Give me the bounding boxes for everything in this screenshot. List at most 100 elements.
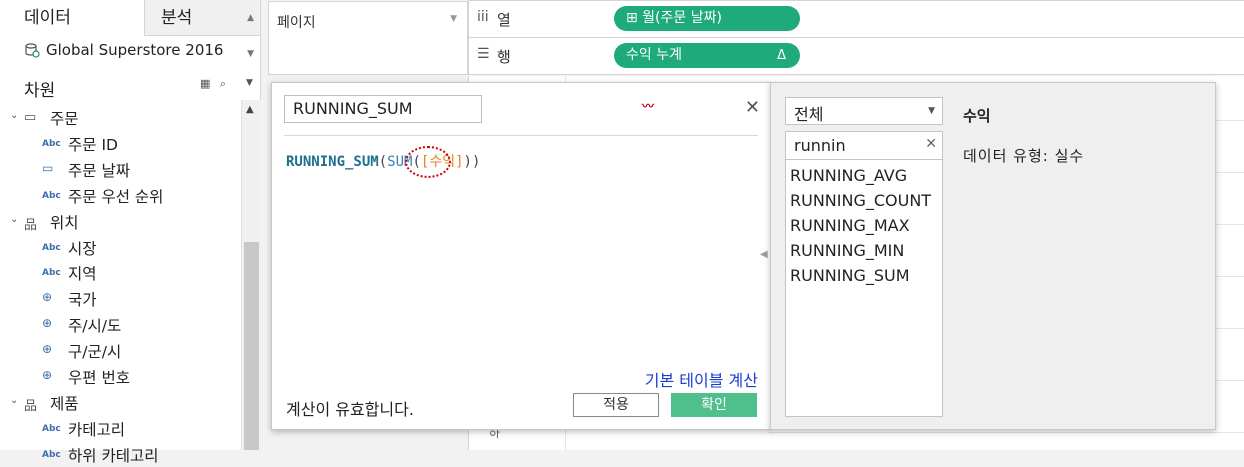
columns-pill[interactable]: ⊞ 월(주문 날짜) [614,6,800,31]
tree-item-label: 주문 ID [68,135,118,154]
tree-item[interactable]: Abc 시장 [0,234,240,260]
string-type-icon: Abc [42,423,61,434]
tree-item[interactable]: ⊕ 구/군/시 [0,337,240,363]
ok-button[interactable]: 확인 [671,393,757,417]
formula-paren: ( [378,154,388,170]
tree-item-label: 시장 [68,239,97,258]
tree-item[interactable]: Abc 주문 ID [0,130,240,156]
tree-item[interactable]: Abc 지역 [0,259,240,285]
tree-item-label: 제품 [50,394,79,413]
tree-item[interactable]: ⊕ 우편 번호 [0,363,240,389]
function-category-select[interactable]: 전체 ▼ [785,97,943,125]
tab-analysis-label: 분석 [161,8,193,28]
function-search-value: runnin [794,136,846,155]
tree-item-label: 주/시/도 [68,317,122,336]
hierarchy-icon: 品 [24,398,38,414]
tree-item-label: 우편 번호 [68,369,130,387]
clear-search-icon[interactable]: ✕ [925,136,937,152]
geo-type-icon: ⊕ [42,368,53,382]
function-list-item[interactable]: RUNNING_MIN [790,241,904,260]
function-panel: ◀ 전체 ▼ runnin ✕ RUNNING_AVG RUNNING_COUNT… [760,82,1216,430]
chevron-down-icon[interactable]: ⌄ [10,395,18,406]
function-list-box: runnin ✕ RUNNING_AVG RUNNING_COUNT RUNNING… [785,131,943,417]
tree-scrollbar[interactable]: ▲ [241,100,261,450]
tree-item[interactable]: ▭ 주문 날짜 [0,156,240,182]
collapse-panel-icon[interactable]: ◀ [760,249,768,260]
hierarchy-icon: 品 [24,217,38,233]
pages-shelf[interactable]: 페이지 ▼ [268,1,468,75]
tree-item[interactable]: ⊕ 국가 [0,285,240,311]
folder-icon: ▭ [24,110,37,125]
gridline [769,432,1244,433]
columns-shelf[interactable]: iii 열 ⊞ 월(주문 날짜) [468,0,1244,38]
tab-data[interactable]: 데이터 [0,0,144,36]
rows-pill[interactable]: 수익 누계 Δ [614,43,800,68]
view-search-icons[interactable]: ▦ ⌕ [200,77,229,91]
rows-pill-label: 수익 누계 [626,47,682,63]
string-type-icon: Abc [42,190,61,201]
tree-item-label: 지역 [68,265,97,284]
chevron-down-icon[interactable]: ⌄ [10,214,18,225]
geo-type-icon: ⊕ [42,342,53,357]
function-list-item[interactable]: RUNNING_MAX [790,216,910,235]
tree-item-label: 주문 우선 순위 [68,187,164,206]
tree-item[interactable]: Abc 주문 우선 순위 [0,182,240,208]
formula-paren: )) [463,154,481,170]
datasource-item[interactable]: Global Superstore 2016 [0,38,260,64]
data-pane: 데이터 분석 ▲ ▼ Global Superstore 2016 차원 ▦ ⌕ … [0,0,261,465]
tree-item[interactable]: ⌄ 品 제품 [0,389,240,415]
string-type-icon: Abc [42,242,61,253]
calc-status: 계산이 유효합니다. [286,400,414,419]
dimensions-menu-icon[interactable]: ▼ [246,78,253,88]
tab-analysis[interactable]: 분석 ▲ ▼ [144,0,260,59]
function-search-input[interactable]: runnin ✕ [786,132,942,160]
table-calc-delta-icon: Δ [777,48,786,63]
category-value: 전체 [794,105,824,124]
tree-item-label: 카테고리 [68,420,126,439]
string-type-icon: Abc [42,449,61,460]
rows-icon: ☰ [477,46,490,62]
dimensions-title: 차원 [24,81,56,101]
datasource-name: Global Superstore 2016 [46,41,224,59]
annotation-squiggle: 〰 [642,99,654,113]
tree-item[interactable]: ⌄ ▭ 주문 [0,104,240,130]
datasource-icon [25,43,40,58]
tree-item-label: 하위 카테고리 [68,446,159,465]
tree-item[interactable]: ⊕ 주/시/도 [0,311,240,337]
apply-button[interactable]: 적용 [573,393,659,417]
tree-item-label: 국가 [68,291,97,310]
calc-name-input[interactable]: RUNNING_SUM [284,95,482,123]
function-list-item[interactable]: RUNNING_AVG [790,166,907,185]
annotation-circle [405,146,451,178]
function-list-item[interactable]: RUNNING_SUM [790,266,910,285]
chevron-down-icon[interactable]: ⌄ [10,110,18,121]
chevron-down-icon[interactable]: ▼ [928,106,935,116]
close-icon[interactable]: ✕ [745,97,760,118]
rows-shelf[interactable]: ☰ 행 수익 누계 Δ [468,37,1244,75]
scroll-thumb[interactable] [244,242,259,450]
pages-label: 페이지 [277,15,316,31]
date-type-icon: ▭ [42,160,54,175]
string-type-icon: Abc [42,138,61,149]
tree-item[interactable]: ⌄ 品 위치 [0,208,240,234]
tree-item[interactable]: Abc 카테고리 [0,415,240,441]
dimensions-header: 차원 ▦ ⌕ ▼ [0,76,260,101]
function-detail-title: 수익 [963,107,991,125]
geo-type-icon: ⊕ [42,290,53,305]
columns-label: 열 [497,11,511,29]
function-list-item[interactable]: RUNNING_COUNT [790,191,931,210]
divider [284,135,758,136]
tree-item-label: 주문 [50,110,79,128]
string-type-icon: Abc [42,268,61,279]
default-table-calc-link[interactable]: 기본 테이블 계산 [645,367,758,391]
tree-item[interactable]: Abc 하위 카테고리 [0,441,240,467]
scroll-up-icon[interactable]: ▲ [246,104,254,115]
geo-type-icon: ⊕ [42,316,53,331]
function-detail-description: 데이터 유형: 실수 [963,147,1085,165]
chevron-down-icon[interactable]: ▼ [450,14,457,24]
rows-label: 행 [497,48,511,66]
formula-editor[interactable]: RUNNING_SUM(SUM([수익])) [286,151,480,171]
calculation-editor: RUNNING_SUM 〰 ✕ RUNNING_SUM(SUM([수익])) 기… [271,82,771,430]
tree-item-label: 주문 날짜 [68,161,130,180]
formula-function: RUNNING_SUM [286,154,379,170]
